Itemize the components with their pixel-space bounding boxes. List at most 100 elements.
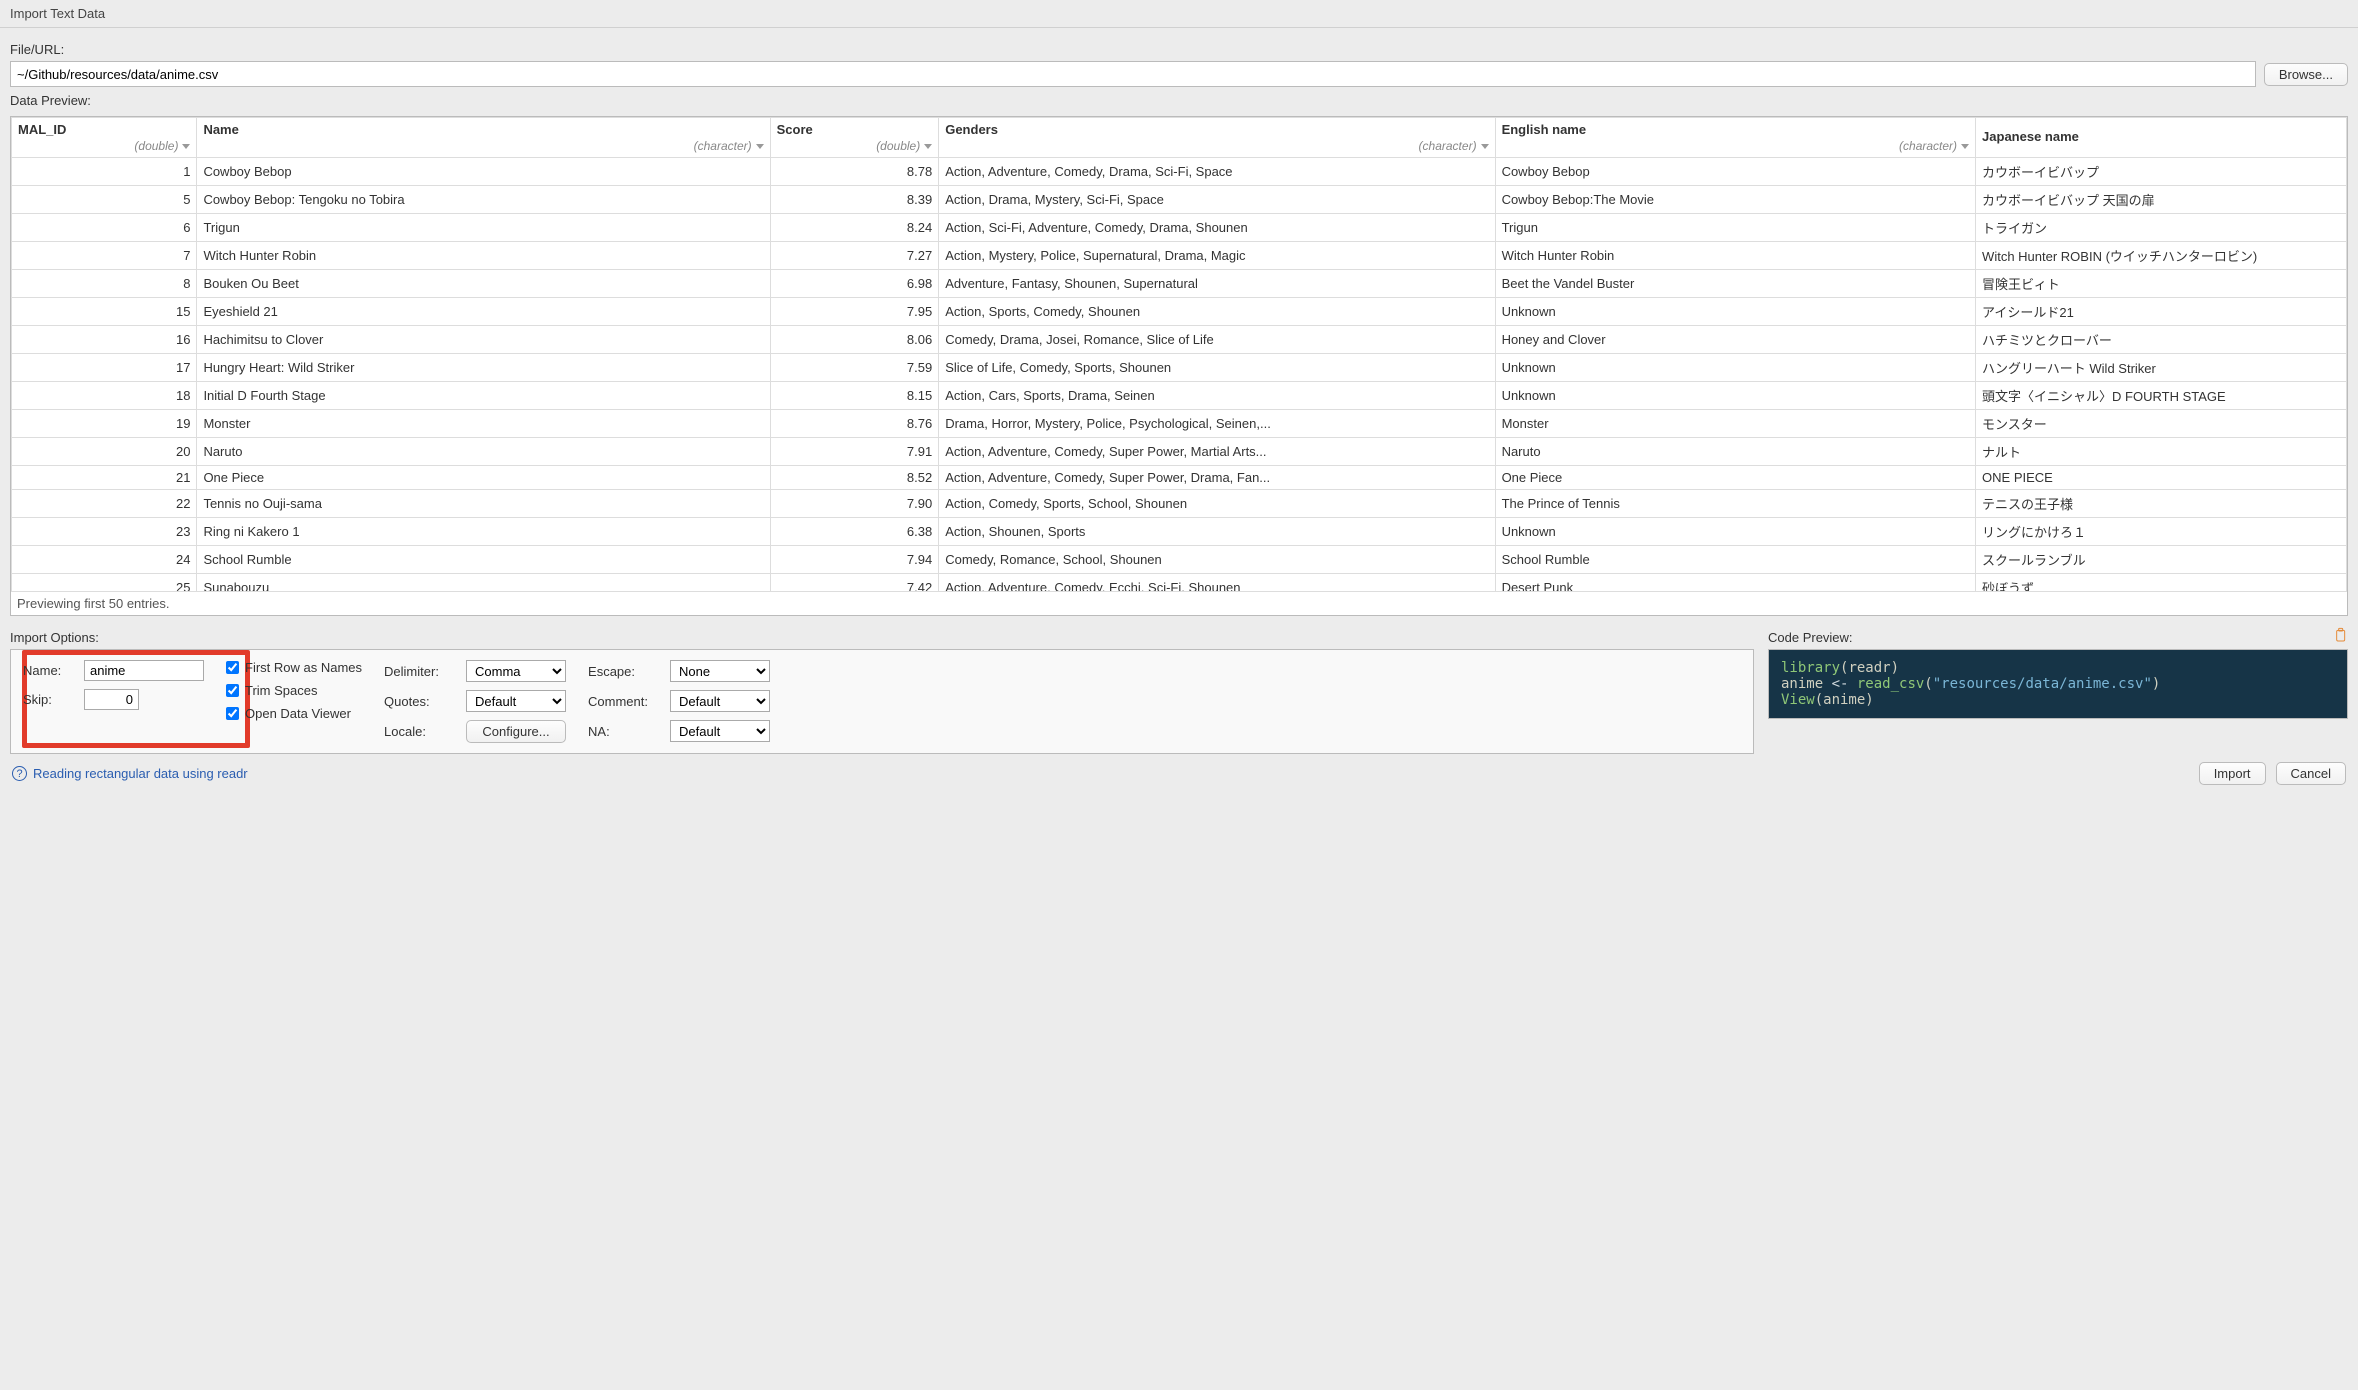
locale-label: Locale: (384, 724, 460, 739)
table-cell: 7.90 (770, 490, 939, 518)
table-cell: Unknown (1495, 382, 1975, 410)
table-cell: 砂ぼうず (1976, 574, 2347, 592)
table-cell: School Rumble (197, 546, 770, 574)
table-row[interactable]: 25Sunabouzu7.42Action, Adventure, Comedy… (12, 574, 2347, 592)
table-row[interactable]: 6Trigun8.24Action, Sci-Fi, Adventure, Co… (12, 214, 2347, 242)
table-cell: 7.59 (770, 354, 939, 382)
table-row[interactable]: 15Eyeshield 217.95Action, Sports, Comedy… (12, 298, 2347, 326)
table-cell: Initial D Fourth Stage (197, 382, 770, 410)
table-cell: モンスター (1976, 410, 2347, 438)
table-cell: One Piece (1495, 466, 1975, 490)
cancel-button[interactable]: Cancel (2276, 762, 2346, 785)
table-row[interactable]: 23Ring ni Kakero 16.38Action, Shounen, S… (12, 518, 2347, 546)
table-cell: School Rumble (1495, 546, 1975, 574)
table-cell: 22 (12, 490, 197, 518)
data-preview-label: Data Preview: (10, 93, 2348, 108)
table-cell: Sunabouzu (197, 574, 770, 592)
first-row-checkbox[interactable]: First Row as Names (226, 660, 362, 675)
table-cell: 23 (12, 518, 197, 546)
table-cell: リングにかけろ１ (1976, 518, 2347, 546)
column-header[interactable]: MAL_ID(double) (12, 118, 197, 158)
table-row[interactable]: 5Cowboy Bebop: Tengoku no Tobira8.39Acti… (12, 186, 2347, 214)
table-cell: 6.38 (770, 518, 939, 546)
skip-label: Skip: (23, 692, 78, 707)
table-cell: アイシールド21 (1976, 298, 2347, 326)
copy-code-icon[interactable] (2332, 627, 2348, 646)
open-data-viewer-checkbox[interactable]: Open Data Viewer (226, 706, 362, 721)
preview-footer: Previewing first 50 entries. (11, 591, 2347, 615)
comment-label: Comment: (588, 694, 664, 709)
table-cell: 8.15 (770, 382, 939, 410)
table-row[interactable]: 21One Piece8.52Action, Adventure, Comedy… (12, 466, 2347, 490)
table-cell: テニスの王子様 (1976, 490, 2347, 518)
table-cell: 15 (12, 298, 197, 326)
table-cell: 6 (12, 214, 197, 242)
column-header[interactable]: Genders(character) (939, 118, 1495, 158)
table-cell: Ring ni Kakero 1 (197, 518, 770, 546)
column-header[interactable]: Score(double) (770, 118, 939, 158)
quotes-label: Quotes: (384, 694, 460, 709)
table-cell: Action, Adventure, Comedy, Super Power, … (939, 466, 1495, 490)
na-select[interactable]: Default (670, 720, 770, 742)
table-cell: Action, Drama, Mystery, Sci-Fi, Space (939, 186, 1495, 214)
table-cell: Cowboy Bebop (1495, 158, 1975, 186)
column-header[interactable]: Name(character) (197, 118, 770, 158)
table-cell: Unknown (1495, 354, 1975, 382)
table-cell: 7.27 (770, 242, 939, 270)
quotes-select[interactable]: Default (466, 690, 566, 712)
table-cell: Desert Punk (1495, 574, 1975, 592)
table-cell: Tennis no Ouji-sama (197, 490, 770, 518)
window-title: Import Text Data (0, 0, 2358, 28)
table-row[interactable]: 18Initial D Fourth Stage8.15Action, Cars… (12, 382, 2347, 410)
table-cell: Action, Shounen, Sports (939, 518, 1495, 546)
table-row[interactable]: 22Tennis no Ouji-sama7.90Action, Comedy,… (12, 490, 2347, 518)
table-cell: 16 (12, 326, 197, 354)
file-url-input[interactable] (10, 61, 2256, 87)
import-button[interactable]: Import (2199, 762, 2266, 785)
comment-select[interactable]: Default (670, 690, 770, 712)
table-row[interactable]: 24School Rumble7.94Comedy, Romance, Scho… (12, 546, 2347, 574)
table-cell: 6.98 (770, 270, 939, 298)
trim-spaces-checkbox[interactable]: Trim Spaces (226, 683, 362, 698)
code-preview: library(readr) anime <- read_csv("resour… (1768, 649, 2348, 719)
configure-locale-button[interactable]: Configure... (466, 720, 566, 743)
table-cell: 8.78 (770, 158, 939, 186)
table-cell: Eyeshield 21 (197, 298, 770, 326)
table-cell: 8.06 (770, 326, 939, 354)
table-cell: Monster (197, 410, 770, 438)
table-cell: Cowboy Bebop:The Movie (1495, 186, 1975, 214)
table-cell: Action, Sci-Fi, Adventure, Comedy, Drama… (939, 214, 1495, 242)
table-cell: Cowboy Bebop (197, 158, 770, 186)
escape-select[interactable]: None (670, 660, 770, 682)
table-cell: Action, Adventure, Comedy, Drama, Sci-Fi… (939, 158, 1495, 186)
table-row[interactable]: 8Bouken Ou Beet6.98Adventure, Fantasy, S… (12, 270, 2347, 298)
column-header[interactable]: Japanese name (1976, 118, 2347, 158)
table-row[interactable]: 16Hachimitsu to Clover8.06Comedy, Drama,… (12, 326, 2347, 354)
table-cell: Action, Adventure, Comedy, Ecchi, Sci-Fi… (939, 574, 1495, 592)
table-cell: Witch Hunter ROBIN (ウイッチハンターロビン) (1976, 242, 2347, 270)
table-cell: Comedy, Romance, School, Shounen (939, 546, 1495, 574)
help-link[interactable]: Reading rectangular data using readr (33, 766, 248, 781)
table-cell: 7.95 (770, 298, 939, 326)
table-row[interactable]: 19Monster8.76Drama, Horror, Mystery, Pol… (12, 410, 2347, 438)
table-cell: ナルト (1976, 438, 2347, 466)
help-icon[interactable]: ? (12, 766, 27, 781)
table-cell: ONE PIECE (1976, 466, 2347, 490)
table-cell: Hungry Heart: Wild Striker (197, 354, 770, 382)
table-row[interactable]: 1Cowboy Bebop8.78Action, Adventure, Come… (12, 158, 2347, 186)
table-row[interactable]: 7Witch Hunter Robin7.27Action, Mystery, … (12, 242, 2347, 270)
column-header[interactable]: English name(character) (1495, 118, 1975, 158)
table-cell: カウボーイビバップ (1976, 158, 2347, 186)
table-cell: Witch Hunter Robin (1495, 242, 1975, 270)
table-row[interactable]: 20Naruto7.91Action, Adventure, Comedy, S… (12, 438, 2347, 466)
browse-button[interactable]: Browse... (2264, 63, 2348, 86)
table-row[interactable]: 17Hungry Heart: Wild Striker7.59Slice of… (12, 354, 2347, 382)
delimiter-select[interactable]: Comma (466, 660, 566, 682)
table-cell: Action, Mystery, Police, Supernatural, D… (939, 242, 1495, 270)
table-cell: 8.24 (770, 214, 939, 242)
table-cell: 20 (12, 438, 197, 466)
skip-input[interactable] (84, 689, 139, 710)
table-cell: Action, Cars, Sports, Drama, Seinen (939, 382, 1495, 410)
name-input[interactable] (84, 660, 204, 681)
table-cell: スクールランブル (1976, 546, 2347, 574)
